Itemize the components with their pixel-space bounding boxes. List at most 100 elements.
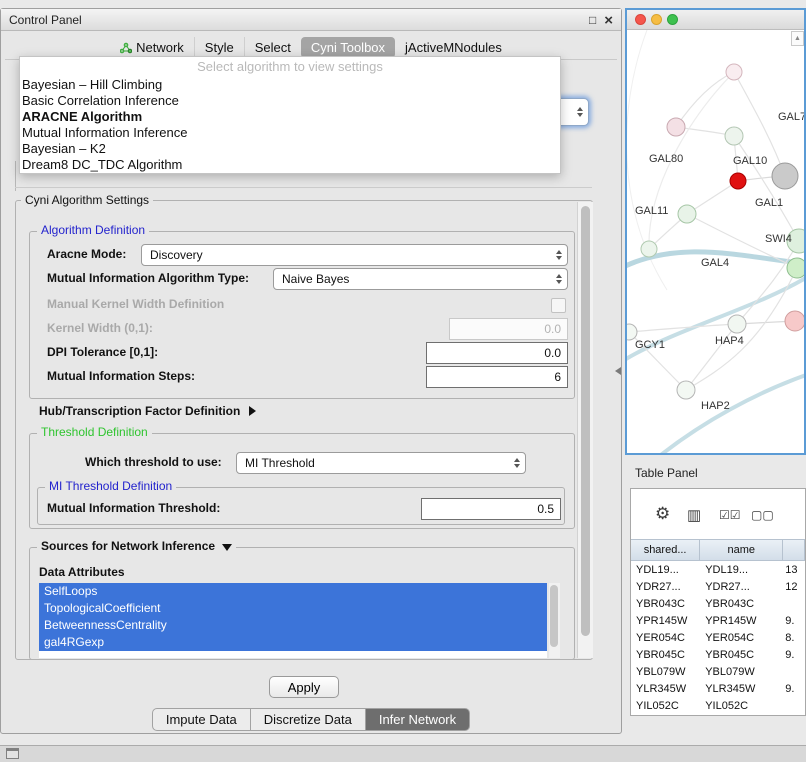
minimized-window-icon[interactable] bbox=[6, 748, 19, 759]
tab-cyni-toolbox[interactable]: Cyni Toolbox bbox=[301, 37, 395, 58]
scroll-up-icon[interactable]: ▲ bbox=[791, 31, 804, 46]
network-node-gal10[interactable] bbox=[725, 127, 743, 145]
table-cell: YBR045C bbox=[631, 649, 700, 661]
column-header-name[interactable]: name bbox=[700, 539, 783, 561]
settings-scrollbar[interactable] bbox=[577, 202, 593, 658]
tab-jactivemnodules[interactable]: jActiveMNodules bbox=[395, 37, 512, 58]
algorithm-option-aracne-algorithm[interactable]: ARACNE Algorithm bbox=[20, 109, 560, 125]
aracne-mode-select[interactable]: Discovery bbox=[141, 244, 568, 266]
stepper-icon bbox=[577, 107, 583, 117]
close-window-icon[interactable]: × bbox=[604, 13, 613, 28]
algorithm-dropdown-prompt: Select algorithm to view settings bbox=[20, 57, 560, 77]
network-node[interactable] bbox=[726, 64, 742, 80]
tab-network[interactable]: Network bbox=[110, 37, 194, 58]
table-cell: 9. bbox=[783, 649, 805, 661]
settings-scrollbar-thumb[interactable] bbox=[581, 206, 590, 636]
control-panel-titlebar[interactable]: Control Panel □ × bbox=[1, 9, 621, 31]
panel-collapse-arrow-icon[interactable] bbox=[615, 367, 621, 375]
node-label-swi4: SWI4 bbox=[765, 233, 792, 245]
algorithm-definition-label: Algorithm Definition bbox=[37, 224, 149, 237]
dpi-tolerance-field[interactable]: 0.0 bbox=[426, 342, 568, 364]
node-label-gal4: GAL4 bbox=[701, 257, 729, 269]
network-node-hap4[interactable] bbox=[728, 315, 746, 333]
which-threshold-select[interactable]: MI Threshold bbox=[236, 452, 526, 474]
table-cell: 8. bbox=[783, 632, 805, 644]
network-edge[interactable] bbox=[686, 324, 737, 390]
attribute-item-betweennesscentrality[interactable]: BetweennessCentrality bbox=[39, 617, 547, 634]
network-node[interactable] bbox=[785, 311, 804, 331]
table-row[interactable]: YBL079WYBL079W bbox=[631, 663, 805, 680]
table-row[interactable]: YIL052CYIL052C bbox=[631, 697, 805, 714]
table-row[interactable]: YPR145WYPR145W9. bbox=[631, 612, 805, 629]
network-graph[interactable]: GAL80GAL10GAL1GAL11SWI4GAL4GCY1HAP4HAP2G… bbox=[627, 30, 804, 453]
mi-algorithm-type-select[interactable]: Naive Bayes bbox=[273, 268, 568, 290]
mode-tab-discretize-data[interactable]: Discretize Data bbox=[251, 708, 366, 731]
table-row[interactable]: YER054CYER054C8. bbox=[631, 629, 805, 646]
deselect-all-icon[interactable]: ▢▢ bbox=[751, 508, 774, 522]
close-traffic-light[interactable] bbox=[635, 14, 646, 25]
algorithm-option-dream8-dc-tdc-algorithm[interactable]: Dream8 DC_TDC Algorithm bbox=[20, 157, 560, 173]
mode-tab-infer-network[interactable]: Infer Network bbox=[366, 708, 470, 731]
attributes-list-scrollbar[interactable] bbox=[549, 583, 560, 658]
algorithm-option-basic-correlation-inference[interactable]: Basic Correlation Inference bbox=[20, 93, 560, 109]
apply-button[interactable]: Apply bbox=[269, 676, 339, 698]
table-row[interactable]: YBR043CYBR043C bbox=[631, 595, 805, 612]
column-header-shared[interactable]: shared... bbox=[631, 539, 700, 561]
attribute-item-selfloops[interactable]: SelfLoops bbox=[39, 583, 547, 600]
data-attributes-list[interactable]: SelfLoopsTopologicalCoefficientBetweenne… bbox=[39, 583, 547, 658]
table-row[interactable]: YBR045CYBR045C9. bbox=[631, 646, 805, 663]
mi-steps-field[interactable]: 6 bbox=[426, 366, 568, 388]
table-row[interactable]: YLR345WYLR345W9. bbox=[631, 680, 805, 697]
mode-tab-impute-data[interactable]: Impute Data bbox=[152, 708, 251, 731]
network-tab-icon bbox=[120, 42, 132, 54]
collapsed-arrow-icon bbox=[249, 406, 256, 416]
table-row[interactable]: YDL19...YDL19...13 bbox=[631, 561, 805, 578]
attributes-list-scrollbar-thumb[interactable] bbox=[550, 585, 558, 647]
node-label-hap2: HAP2 bbox=[701, 400, 730, 412]
minimize-traffic-light[interactable] bbox=[651, 14, 662, 25]
settings-gear-icon[interactable]: ⚙ bbox=[655, 504, 670, 524]
tab-label: Network bbox=[136, 40, 184, 55]
table-cell: YLR345W bbox=[700, 683, 783, 695]
network-node-hap2[interactable] bbox=[677, 381, 695, 399]
select-all-icon[interactable]: ☑☑ bbox=[719, 508, 741, 522]
network-canvas[interactable]: GAL80GAL10GAL1GAL11SWI4GAL4GCY1HAP4HAP2G… bbox=[627, 30, 804, 453]
network-node-gal1[interactable] bbox=[730, 173, 746, 189]
table-cell: YER054C bbox=[700, 632, 783, 644]
aracne-mode-label: Aracne Mode: bbox=[47, 247, 126, 261]
table-columns-icon[interactable]: ▥ bbox=[687, 506, 701, 524]
network-edge[interactable] bbox=[676, 72, 734, 127]
hub-definition-toggle[interactable]: Hub/Transcription Factor Definition bbox=[39, 401, 256, 421]
sources-group-toggle[interactable]: Sources for Network Inference bbox=[37, 540, 236, 553]
zoom-traffic-light[interactable] bbox=[667, 14, 678, 25]
mi-threshold-definition-label: MI Threshold Definition bbox=[45, 480, 176, 493]
network-node[interactable] bbox=[641, 241, 657, 257]
tab-label: Style bbox=[205, 40, 234, 55]
data-attributes-label: Data Attributes bbox=[39, 565, 125, 579]
tab-select[interactable]: Select bbox=[244, 37, 301, 58]
algorithm-option-bayesian-k2[interactable]: Bayesian – K2 bbox=[20, 141, 560, 157]
network-node-gcy1[interactable] bbox=[627, 324, 637, 340]
table-cell: 9. bbox=[783, 615, 805, 627]
network-node-gal80[interactable] bbox=[667, 118, 685, 136]
network-node[interactable] bbox=[772, 163, 798, 189]
table-row[interactable]: YDR27...YDR27...12 bbox=[631, 578, 805, 595]
window-title: Control Panel bbox=[1, 13, 82, 27]
network-view-window[interactable]: GAL80GAL10GAL1GAL11SWI4GAL4GCY1HAP4HAP2G… bbox=[625, 8, 806, 455]
kernel-width-label: Kernel Width (0,1): bbox=[47, 321, 153, 335]
network-node-gal11[interactable] bbox=[678, 205, 696, 223]
network-node-gal4[interactable] bbox=[787, 258, 804, 278]
algorithm-option-mutual-information-inference[interactable]: Mutual Information Inference bbox=[20, 125, 560, 141]
algorithm-option-bayesian-hill-climbing[interactable]: Bayesian – Hill Climbing bbox=[20, 77, 560, 93]
kernel-width-field[interactable]: 0.0 bbox=[449, 318, 568, 340]
mi-threshold-field[interactable]: 0.5 bbox=[421, 498, 561, 520]
attribute-item-topologicalcoefficient[interactable]: TopologicalCoefficient bbox=[39, 600, 547, 617]
column-header-2[interactable] bbox=[783, 539, 805, 561]
stepper-icon bbox=[556, 274, 562, 284]
manual-kernel-width-checkbox[interactable] bbox=[551, 298, 566, 313]
float-window-icon[interactable]: □ bbox=[589, 14, 596, 26]
mi-steps-value: 6 bbox=[554, 370, 561, 384]
tab-style[interactable]: Style bbox=[194, 37, 244, 58]
attribute-item-gal4rgexp[interactable]: gal4RGexp bbox=[39, 634, 547, 651]
hub-definition-label: Hub/Transcription Factor Definition bbox=[39, 404, 240, 418]
